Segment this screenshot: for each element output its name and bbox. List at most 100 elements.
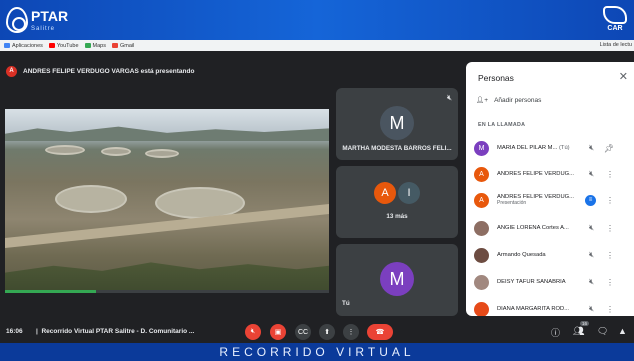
present-icon: ⬆: [324, 329, 330, 336]
bookmark-label: Aplicaciones: [12, 42, 43, 49]
video-progress-fill: [5, 290, 96, 293]
shared-screen-video[interactable]: [5, 109, 329, 293]
add-person-icon: 👤︎+: [476, 97, 489, 104]
list-item[interactable]: ANGIE LORENA Cortes A... 🔇︎ ⋮: [474, 216, 632, 240]
mic-off-icon: 🔇︎: [250, 328, 256, 335]
info-icon[interactable]: ⓘ: [551, 326, 560, 339]
mic-off-icon: 🔇︎: [588, 250, 594, 259]
bookmark-label: Gmail: [119, 42, 135, 49]
bookmarks-bar: Aplicaciones YouTube Maps Gmail Lista de…: [0, 40, 634, 51]
chat-icon[interactable]: 🗨︎: [597, 326, 608, 337]
captions-button[interactable]: CC: [295, 324, 311, 340]
bookmark-youtube[interactable]: YouTube: [48, 43, 79, 49]
mic-off-icon: 🔇︎: [588, 304, 594, 313]
maps-icon: [84, 43, 91, 48]
person-name: DEISY TAFUR SANABRIA: [497, 279, 566, 285]
list-item[interactable]: M MARIA DEL PILAR M... (Tú) 🔇︎ 📌︎: [474, 136, 632, 160]
avatar: I: [398, 182, 420, 204]
more-icon[interactable]: ⋮: [606, 251, 614, 260]
more-participants-tile[interactable]: A I 13 más: [336, 166, 458, 238]
person-name: Armando Quesada: [497, 252, 546, 258]
mic-off-icon: 🔇︎: [588, 223, 594, 232]
avatar: A: [374, 182, 396, 204]
person-name: MARIA DEL PILAR M...: [497, 145, 558, 151]
list-item[interactable]: DIANA MARGARITA ROD... 🔇︎ ⋮: [474, 297, 632, 316]
footer-title: RECORRIDO VIRTUAL: [219, 345, 415, 359]
present-button[interactable]: ⬆: [319, 324, 335, 340]
video-tank: [45, 145, 85, 155]
camera-toggle-button[interactable]: ▣: [270, 324, 286, 340]
close-icon[interactable]: ✕: [619, 70, 628, 83]
mic-off-icon: 🔇︎: [588, 277, 594, 286]
meeting-title-text: Recorrido Virtual PTAR Salitre - D. Comu…: [41, 328, 195, 335]
video-tank: [101, 147, 131, 156]
car-logo: CAR: [602, 6, 628, 36]
leave-call-button[interactable]: ☎︎: [367, 324, 393, 340]
video-progress-bar: [5, 290, 329, 293]
participant-tile[interactable]: 🔇︎ M MARTHA MODESTA BARROS FELI...: [336, 88, 458, 160]
avatar: A: [474, 192, 489, 208]
avatar: [474, 220, 489, 236]
car-emblem-icon: [603, 6, 627, 24]
list-item[interactable]: Armando Quesada 🔇︎ ⋮: [474, 243, 632, 267]
presenter-banner: A ANDRES FELIPE VERDUGO VARGAS está pres…: [6, 62, 194, 80]
bookmark-maps[interactable]: Maps: [84, 42, 106, 49]
person-name: ANDRES FELIPE VERDUG...: [497, 171, 574, 177]
add-people-button[interactable]: 👤︎+ Añadir personas: [476, 96, 542, 105]
speaking-icon: ≡: [585, 194, 596, 206]
people-icon[interactable]: 👥︎: [573, 326, 584, 337]
bookmark-gmail[interactable]: Gmail: [111, 42, 135, 49]
panel-title: Personas: [478, 73, 514, 83]
avatar: [474, 247, 489, 263]
video-tank: [55, 185, 127, 213]
activities-icon[interactable]: ▲: [618, 326, 627, 336]
apps-icon: [4, 43, 10, 48]
presenter-text: ANDRES FELIPE VERDUGO VARGAS está presen…: [23, 67, 195, 75]
more-icon[interactable]: ⋮: [606, 196, 614, 205]
meeting-controls-bar: 16:06 | Recorrido Virtual PTAR Salitre -…: [0, 320, 634, 343]
more-count-label: 13 más: [386, 213, 408, 220]
section-heading: EN LA LLAMADA: [478, 122, 526, 128]
pin-icon[interactable]: 📌︎: [604, 144, 614, 153]
add-people-label: Añadir personas: [494, 96, 542, 104]
participant-count-badge: 16: [580, 321, 590, 326]
avatar: A: [6, 65, 17, 77]
more-icon: ⋮: [347, 329, 355, 336]
bookmark-label: Maps: [92, 42, 106, 49]
more-icon[interactable]: ⋮: [606, 305, 614, 314]
gmail-icon: [111, 43, 118, 48]
person-name: ANGIE LORENA Cortes A...: [497, 225, 569, 231]
people-panel: Personas ✕ 👤︎+ Añadir personas EN LA LLA…: [466, 62, 634, 316]
mic-off-icon: 🔇︎: [588, 143, 594, 152]
video-vegetation: [5, 262, 329, 293]
self-tag: (Tú): [558, 145, 570, 151]
self-tile[interactable]: M Tú: [336, 244, 458, 316]
logo-subtitle: Salitre: [31, 26, 56, 32]
avatar: [474, 301, 489, 316]
youtube-icon: [48, 43, 55, 48]
water-drop-icon: [6, 7, 28, 33]
bookmark-apps[interactable]: Aplicaciones: [4, 43, 43, 49]
mic-toggle-button[interactable]: 🔇︎: [245, 324, 261, 340]
car-logo-text: CAR: [607, 25, 623, 32]
avatar: M: [380, 106, 414, 140]
avatar: M: [474, 140, 489, 156]
more-icon[interactable]: ⋮: [606, 278, 614, 287]
avatar: A: [474, 166, 489, 182]
hang-up-icon: ☎︎: [375, 329, 385, 336]
more-icon[interactable]: ⋮: [606, 170, 614, 179]
ptar-logo: PTAR Salitre: [6, 7, 68, 33]
reading-list-link[interactable]: Lista de lectu: [600, 42, 632, 48]
video-tank: [145, 149, 179, 158]
list-item[interactable]: A ANDRES FELIPE VERDUG... 🔇︎ ⋮: [474, 162, 632, 186]
mic-off-icon: 🔇︎: [588, 169, 594, 178]
more-icon[interactable]: ⋮: [606, 224, 614, 233]
captions-icon: CC: [297, 328, 309, 336]
camera-off-icon: ▣: [274, 329, 282, 336]
participant-name: Tú: [342, 300, 350, 307]
list-item[interactable]: A ANDRES FELIPE VERDUG... Presentación ≡…: [474, 188, 632, 212]
list-item[interactable]: DEISY TAFUR SANABRIA 🔇︎ ⋮: [474, 270, 632, 294]
mic-off-icon: 🔇︎: [446, 93, 452, 102]
more-options-button[interactable]: ⋮: [343, 324, 359, 340]
avatar: [474, 274, 489, 290]
